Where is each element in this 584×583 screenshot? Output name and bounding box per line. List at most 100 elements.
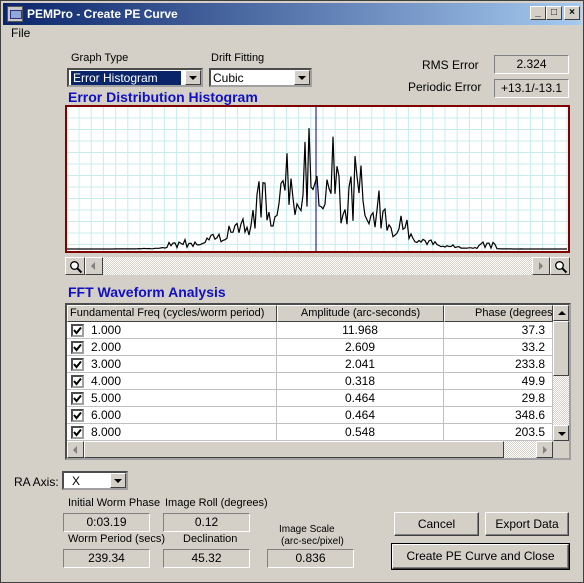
column-header-amplitude[interactable]: Amplitude (arc-seconds) [277,305,444,322]
drift-fitting-select[interactable]: Cubic [209,68,312,87]
chevron-down-icon[interactable] [185,70,201,85]
histogram-curve [67,128,567,250]
histogram-scroll-track[interactable] [103,257,532,275]
amplitude-cell: 2.041 [277,356,444,373]
amplitude-cell: 11.968 [277,322,444,339]
table-row[interactable]: 5.000 0.464 29.8 [67,390,553,407]
checkmark-icon [73,360,82,369]
image-scale-value: 0.836 [267,549,354,568]
maximize-button[interactable]: □ [546,6,562,20]
amplitude-cell: 0.464 [277,407,444,424]
table-hscroll-track[interactable] [504,441,536,458]
declination-value: 45.32 [163,549,250,568]
freq-cell: 6.000 [91,408,122,422]
worm-period-label: Worm Period (secs) [68,533,165,545]
histogram-plot [67,107,568,251]
phase-cell: 37.3 [444,322,553,339]
freq-cell: 2.000 [91,340,122,354]
phase-cell: 33.2 [444,339,553,356]
table-row[interactable]: 6.000 0.464 348.6 [67,407,553,424]
row-checkbox[interactable] [71,341,84,354]
table-vscroll-thumb[interactable] [553,321,569,376]
worm-period-value: 239.34 [63,549,150,568]
freq-cell: 8.000 [91,425,122,439]
app-icon [7,6,23,22]
fft-title: FFT Waveform Analysis [68,284,226,300]
table-row[interactable]: 4.000 0.318 49.9 [67,373,553,390]
row-checkbox[interactable] [71,358,84,371]
create-pe-curve-button[interactable]: Create PE Curve and Close [391,543,570,570]
graph-type-select[interactable]: Error Histogram [67,68,203,87]
chevron-down-icon[interactable] [110,473,126,488]
chevron-down-icon[interactable] [294,70,310,85]
error-histogram-chart [65,105,570,253]
phase-cell: 49.9 [444,373,553,390]
periodic-error-label: Periodic Error [408,80,482,94]
table-vscrollbar [553,305,569,441]
pe-curve-window: PEMPro - Create PE Curve _ □ × File Grap… [0,0,584,583]
freq-cell: 1.000 [91,323,122,337]
scroll-corner [553,441,569,458]
close-button[interactable]: × [564,6,580,20]
scroll-up-button[interactable] [553,305,569,321]
row-checkbox[interactable] [71,392,84,405]
table-row[interactable]: 8.000 0.548 203.5 [67,424,553,441]
cancel-button[interactable]: Cancel [394,512,479,536]
freq-cell: 5.000 [91,391,122,405]
zoom-in-button[interactable] [550,257,570,275]
table-row[interactable]: 3.000 2.041 233.8 [67,356,553,373]
graph-type-value: Error Histogram [71,71,181,85]
freq-cell: 3.000 [91,357,122,371]
row-checkbox[interactable] [71,324,84,337]
checkmark-icon [73,411,82,420]
amplitude-cell: 0.464 [277,390,444,407]
window-title: PEMPro - Create PE Curve [27,7,178,21]
image-scale-label: Image Scale [279,524,335,535]
image-roll-label: Image Roll (degrees) [165,497,268,509]
zoom-out-button[interactable] [65,257,85,275]
ra-axis-value: X [72,474,81,488]
column-header-phase[interactable]: Phase (degrees) [444,305,553,322]
title-bar[interactable]: PEMPro - Create PE Curve _ □ × [3,3,581,25]
menu-file[interactable]: File [11,26,30,40]
checkmark-icon [73,377,82,386]
amplitude-cell: 0.318 [277,373,444,390]
rms-error-value: 2.324 [494,55,569,74]
menu-bar: File [3,25,581,43]
graph-type-label: Graph Type [71,52,129,64]
phase-cell: 29.8 [444,390,553,407]
fft-table: Fundamental Freq (cycles/worm period) Am… [65,303,571,460]
freq-cell: 4.000 [91,374,122,388]
phase-cell: 348.6 [444,407,553,424]
column-header-freq[interactable]: Fundamental Freq (cycles/worm period) [67,305,277,322]
initial-worm-phase-label: Initial Worm Phase [68,497,161,509]
minimize-button[interactable]: _ [530,6,546,20]
export-data-button[interactable]: Export Data [485,512,569,536]
scroll-down-button[interactable] [553,425,569,441]
row-checkbox[interactable] [71,375,84,388]
image-roll-value: 0.12 [163,513,250,532]
amplitude-cell: 2.609 [277,339,444,356]
ra-axis-select[interactable]: X [62,471,128,490]
phase-cell: 203.5 [444,424,553,441]
initial-worm-phase-value: 0:03.19 [63,513,150,532]
scroll-left-button[interactable] [85,257,103,275]
row-checkbox[interactable] [71,409,84,422]
histogram-scrollbar [65,257,570,275]
declination-label: Declination [183,533,238,545]
scroll-right-button[interactable] [536,441,553,458]
magnifier-icon [555,261,568,274]
scroll-left-button[interactable] [67,441,84,458]
table-row[interactable]: 2.000 2.609 33.2 [67,339,553,356]
row-checkbox[interactable] [71,426,84,439]
scroll-right-button[interactable] [532,257,550,275]
table-row[interactable]: 1.000 11.968 37.3 [67,322,553,339]
amplitude-cell: 0.548 [277,424,444,441]
checkmark-icon [73,394,82,403]
rms-error-label: RMS Error [422,58,479,72]
phase-cell: 233.8 [444,356,553,373]
ra-axis-label: RA Axis: [14,475,59,489]
drift-fitting-label: Drift Fitting [211,52,265,64]
histogram-title: Error Distribution Histogram [68,89,258,105]
table-hscroll-thumb[interactable] [84,441,504,458]
